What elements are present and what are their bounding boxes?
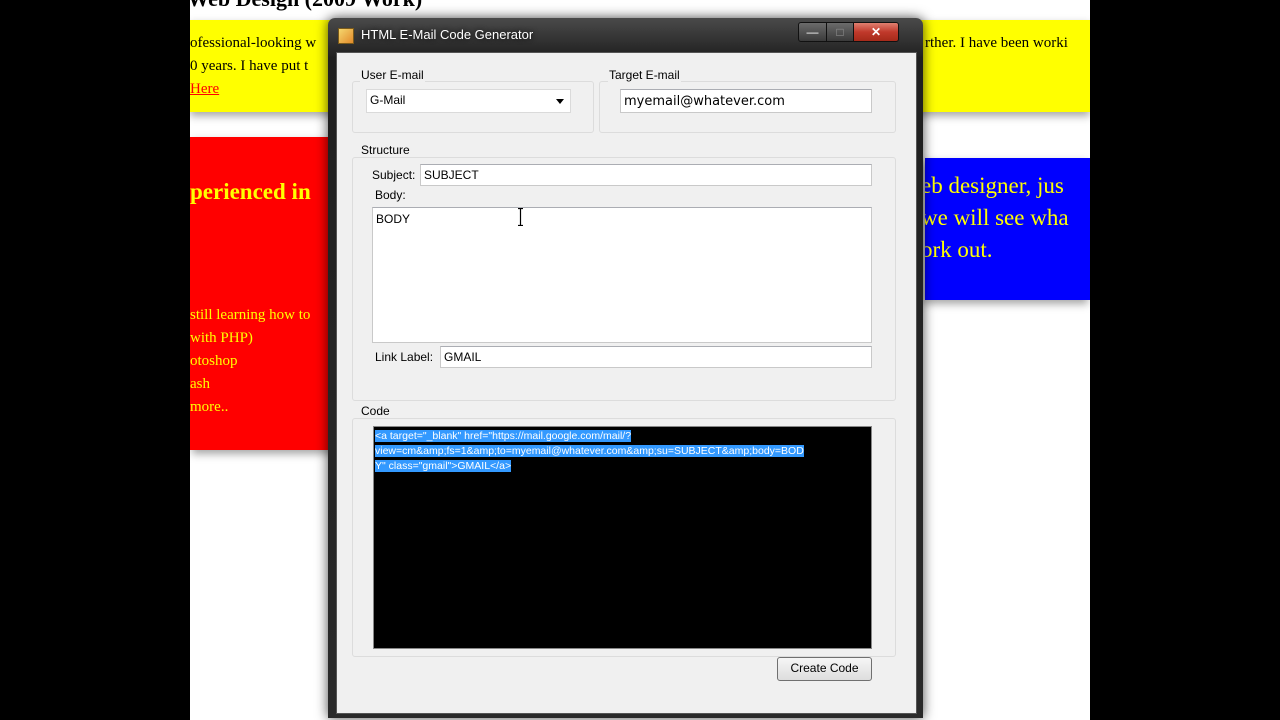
red-list-item: otoshop <box>190 353 238 369</box>
target-email-input[interactable] <box>620 89 872 113</box>
link-label-label: Link Label: <box>375 350 434 364</box>
form-client-area: User E-mail G-Mail Target E-mail Structu… <box>336 52 917 714</box>
body-label: Body: <box>375 188 406 202</box>
create-code-button[interactable]: Create Code <box>777 657 872 681</box>
red-list-item: more.. <box>190 399 229 415</box>
target-email-label: Target E-mail <box>608 68 681 82</box>
maximize-button[interactable]: □ <box>826 22 854 42</box>
subject-input[interactable] <box>420 164 872 186</box>
user-email-label: User E-mail <box>360 68 425 82</box>
red-list-item: ash <box>190 376 210 392</box>
app-icon <box>338 28 354 44</box>
user-email-selected: G-Mail <box>370 93 406 107</box>
structure-label: Structure <box>360 143 411 157</box>
window-title: HTML E-Mail Code Generator <box>361 27 534 42</box>
blue-line-1: eb designer, jus <box>925 173 1064 198</box>
red-heading: perienced in <box>190 179 311 204</box>
text-cursor-icon <box>518 208 523 226</box>
page-heading: n Web Design (2009 Work) <box>190 0 422 12</box>
code-line: <a target="_blank" href="https://mail.go… <box>375 430 632 442</box>
code-line: view=cm&amp;fs=1&amp;to=myemail@whatever… <box>375 445 804 457</box>
app-window: HTML E-Mail Code Generator — □ ✕ User E-… <box>328 18 923 718</box>
chevron-down-icon <box>556 99 564 104</box>
yellow-line-right: rther. I have been worki <box>925 35 1068 51</box>
red-section: perienced in still learning how to with … <box>190 137 335 450</box>
user-email-select[interactable]: G-Mail <box>366 89 571 113</box>
subject-label: Subject: <box>372 168 416 182</box>
blue-line-3: ork out. <box>925 237 993 262</box>
yellow-line-1: ofessional-looking w <box>190 35 317 51</box>
body-text: BODY <box>376 212 411 226</box>
code-output-textarea[interactable]: <a target="_blank" href="https://mail.go… <box>373 426 872 649</box>
body-textarea[interactable]: BODY <box>372 207 872 343</box>
yellow-line-2: 0 years. I have put t <box>190 58 309 74</box>
code-line: Y" class="gmail">GMAIL</a> <box>375 460 512 472</box>
link-label-input[interactable] <box>440 346 872 368</box>
red-list-item: still learning how to <box>190 307 311 323</box>
title-bar[interactable]: HTML E-Mail Code Generator — □ ✕ <box>328 18 923 50</box>
close-button[interactable]: ✕ <box>853 22 899 42</box>
red-list-item: with PHP) <box>190 330 253 346</box>
blue-line-2: we will see wha <box>925 205 1069 230</box>
code-label: Code <box>360 404 391 418</box>
here-link[interactable]: Here <box>190 81 219 98</box>
blue-section: eb designer, jus we will see wha ork out… <box>925 158 1090 300</box>
minimize-button[interactable]: — <box>798 22 827 42</box>
